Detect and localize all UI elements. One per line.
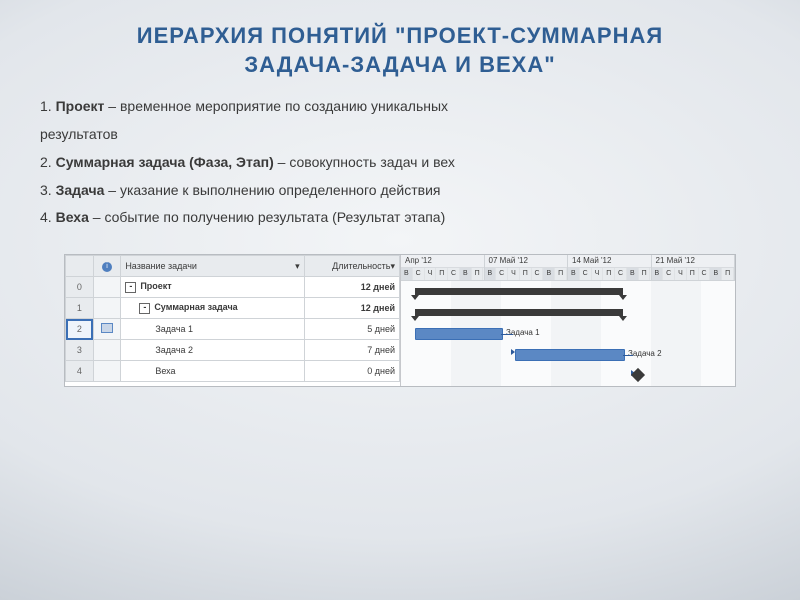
table-row[interactable]: 3 Задача 2 7 дней: [66, 340, 400, 361]
corner-cell[interactable]: [66, 256, 94, 277]
bar-label: Задача 2: [628, 349, 662, 358]
day-cell: В: [543, 268, 555, 280]
def-item: 2. Суммарная задача (Фаза, Этап) – совок…: [40, 151, 752, 175]
dropdown-icon[interactable]: ▾: [295, 261, 300, 272]
gantt-panel: Апр '12ВСЧПСВП07 Май '12ВСЧПСВП14 Май '1…: [401, 255, 735, 386]
day-cell: В: [627, 268, 639, 280]
table-header-row: i Название задачи ▾ Длительность ▾: [66, 256, 400, 277]
table-row[interactable]: 1 -Суммарная задача 12 дней: [66, 298, 400, 319]
summary-bar: [415, 288, 623, 295]
def-item: результатов: [40, 123, 752, 147]
day-cell: Ч: [508, 268, 520, 280]
day-cell: П: [472, 268, 484, 280]
slide-title: ИЕРАРХИЯ ПОНЯТИЙ "ПРОЕКТ-СУММАРНАЯ ЗАДАЧ…: [0, 0, 800, 85]
task-icon: [101, 323, 113, 333]
month-label: 07 Май '12: [485, 255, 568, 268]
table-row[interactable]: 4 Веха 0 дней: [66, 361, 400, 382]
dropdown-icon[interactable]: ▾: [390, 261, 395, 272]
day-cell: Ч: [592, 268, 604, 280]
task-bar[interactable]: Задача 1: [415, 328, 503, 340]
gantt-screenshot: i Название задачи ▾ Длительность ▾ 0 -Пр…: [64, 254, 736, 387]
task-bar[interactable]: Задача 2: [515, 349, 625, 361]
col-name-header[interactable]: Название задачи ▾: [121, 256, 304, 277]
info-header[interactable]: i: [93, 256, 121, 277]
day-cell: П: [687, 268, 699, 280]
def-item: 4. Веха – событие по получению результат…: [40, 206, 752, 230]
gantt-body: Задача 1 Задача 2 Веха: [401, 281, 735, 386]
day-cell: С: [615, 268, 627, 280]
month-label: 21 Май '12: [652, 255, 735, 268]
def-item: 3. Задача – указание к выполнению опреде…: [40, 179, 752, 203]
day-cell: В: [460, 268, 472, 280]
day-cell: С: [496, 268, 508, 280]
collapse-icon[interactable]: -: [125, 282, 136, 293]
col-duration-header[interactable]: Длительность ▾: [304, 256, 399, 277]
table-row[interactable]: 2 Задача 1 5 дней: [66, 319, 400, 340]
day-cell: Ч: [425, 268, 437, 280]
def-item: 1. Проект – временное мероприятие по соз…: [40, 95, 752, 119]
day-cell: Ч: [675, 268, 687, 280]
day-cell: П: [436, 268, 448, 280]
task-table-panel: i Название задачи ▾ Длительность ▾ 0 -Пр…: [65, 255, 401, 386]
day-cell: П: [639, 268, 651, 280]
day-cell: В: [568, 268, 580, 280]
month-label: 14 Май '12: [568, 255, 651, 268]
day-cell: С: [532, 268, 544, 280]
day-cell: С: [580, 268, 592, 280]
day-cell: П: [520, 268, 532, 280]
timeline-header: Апр '12ВСЧПСВП07 Май '12ВСЧПСВП14 Май '1…: [401, 255, 735, 281]
day-cell: В: [710, 268, 722, 280]
day-cell: П: [722, 268, 734, 280]
day-cell: В: [401, 268, 413, 280]
summary-bar: [415, 309, 623, 316]
task-table: i Название задачи ▾ Длительность ▾ 0 -Пр…: [65, 255, 400, 382]
day-cell: П: [555, 268, 567, 280]
day-cell: С: [413, 268, 425, 280]
day-cell: С: [663, 268, 675, 280]
day-cell: С: [448, 268, 460, 280]
bar-label: Задача 1: [506, 328, 540, 337]
day-cell: П: [603, 268, 615, 280]
definitions-list: 1. Проект – временное мероприятие по соз…: [0, 85, 800, 246]
collapse-icon[interactable]: -: [139, 303, 150, 314]
day-cell: В: [485, 268, 497, 280]
month-label: Апр '12: [401, 255, 484, 268]
day-cell: В: [652, 268, 664, 280]
table-row[interactable]: 0 -Проект 12 дней: [66, 277, 400, 298]
day-cell: С: [699, 268, 711, 280]
info-icon: i: [102, 262, 112, 272]
